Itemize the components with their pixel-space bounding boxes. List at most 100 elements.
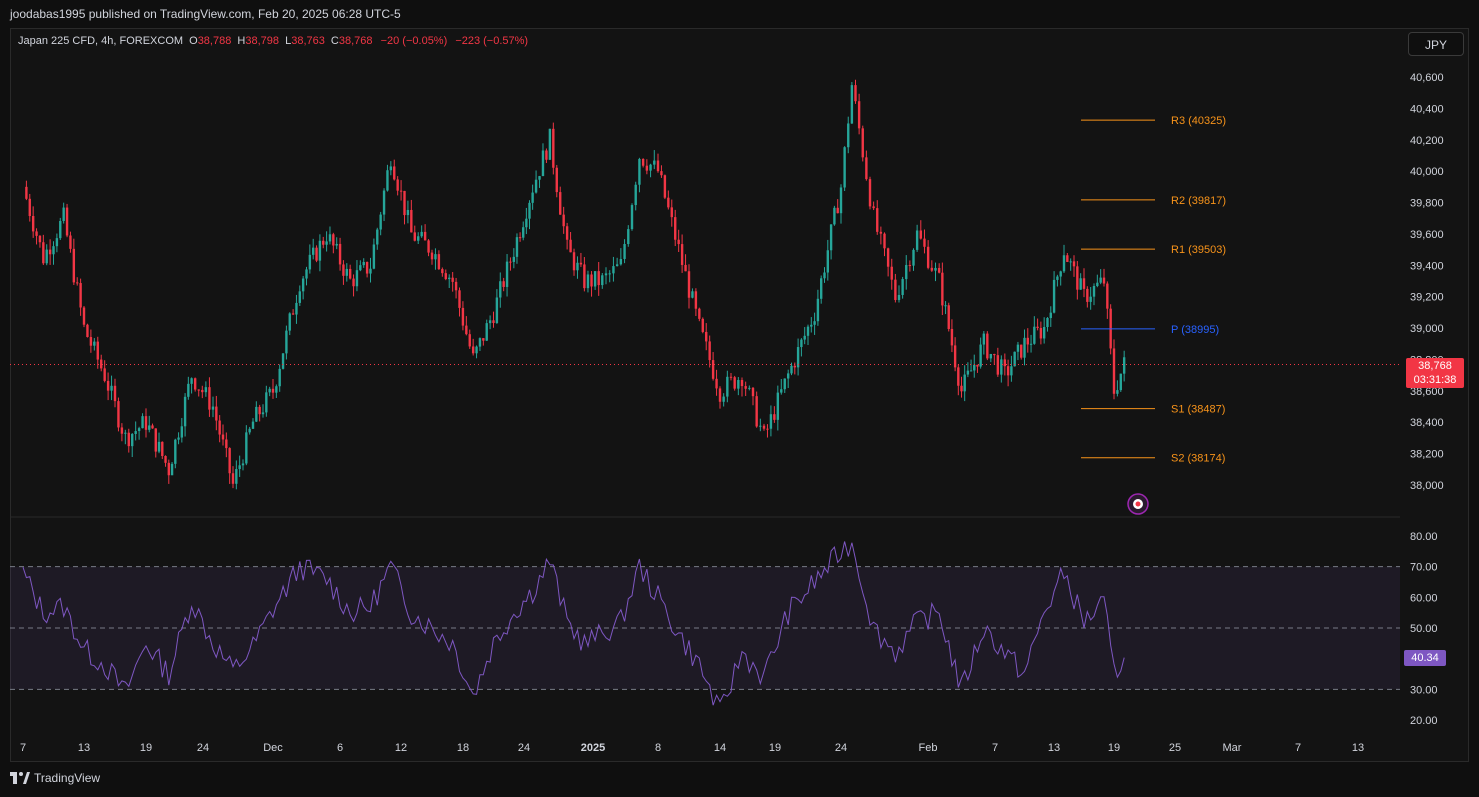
open-value: 38,788: [197, 35, 232, 47]
candle-body: [705, 331, 708, 342]
candle-body: [430, 252, 434, 260]
candle-body: [653, 160, 656, 165]
candle-body: [872, 206, 875, 209]
candle-body: [649, 164, 652, 171]
candle-body: [495, 297, 499, 324]
candle-body: [1079, 278, 1082, 290]
candle-body: [687, 271, 691, 298]
candle-body: [1052, 279, 1056, 313]
candle-body: [1096, 282, 1099, 286]
candle-body: [52, 246, 55, 255]
candle-body: [590, 274, 593, 287]
candle-body: [403, 190, 406, 216]
candle-body: [38, 235, 42, 243]
candle-body: [137, 428, 141, 432]
time-axis-label: 13: [1048, 742, 1060, 754]
candle-body: [1099, 277, 1102, 283]
time-axis-label: 18: [457, 742, 469, 754]
candle-body: [541, 150, 545, 177]
candle-body: [1010, 366, 1013, 376]
pivot-label: R3 (40325): [1171, 115, 1226, 127]
last-price-value: 38,768: [1418, 360, 1452, 372]
candle-body: [348, 268, 352, 279]
candle-body: [1112, 348, 1116, 394]
candle-body: [235, 469, 238, 484]
candle-body: [691, 291, 694, 298]
candle-body: [1082, 278, 1086, 289]
candle-body: [59, 220, 62, 239]
candle-body: [780, 389, 783, 393]
candle-body: [110, 385, 113, 391]
candle-body: [167, 462, 170, 476]
candle-body: [1036, 326, 1039, 328]
price-axis-label: 39,800: [1410, 198, 1444, 210]
candle-body: [1000, 359, 1003, 375]
candle-body: [1029, 343, 1033, 345]
candle-body: [944, 305, 947, 307]
candle-body: [338, 243, 342, 265]
candle-body: [545, 150, 548, 160]
footer-brand[interactable]: TradingView: [10, 771, 100, 785]
close-label: C: [330, 35, 339, 47]
candle-body: [680, 244, 684, 265]
symbol-name[interactable]: Japan 225 CFD, 4h, FOREXCOM: [18, 35, 183, 47]
candle-body: [982, 333, 986, 345]
candle-body: [839, 187, 843, 214]
candle-body: [915, 230, 919, 250]
candle-body: [1006, 366, 1010, 376]
time-axis-label: 25: [1169, 742, 1181, 754]
candle-body: [372, 244, 376, 269]
candle-body: [766, 428, 769, 430]
candle-body: [1086, 288, 1089, 302]
alert-marker-icon: [1127, 493, 1149, 515]
time-axis-label: 13: [1352, 742, 1364, 754]
candle-body: [793, 365, 796, 368]
candle-body: [960, 385, 963, 392]
candle-body: [475, 346, 478, 354]
candle-body: [93, 341, 96, 346]
price-axis-label: 40,600: [1410, 72, 1444, 84]
time-axis-label: 6: [337, 742, 343, 754]
candle-body: [389, 166, 393, 171]
candle-body: [569, 239, 572, 253]
candle-body: [941, 272, 944, 306]
candle-body: [969, 370, 973, 372]
candle-body: [127, 432, 130, 447]
candle-body: [518, 237, 522, 239]
candle-body: [154, 428, 157, 452]
candle-body: [740, 380, 744, 387]
price-axis-label: 40,000: [1410, 166, 1444, 178]
bar-countdown: 03:31:38: [1413, 374, 1457, 386]
candle-body: [711, 360, 715, 379]
candle-body: [332, 234, 335, 246]
currency-button[interactable]: JPY: [1408, 32, 1464, 56]
rsi-axis-label: 30.00: [1410, 684, 1438, 696]
candle-body: [820, 278, 823, 299]
candle-body: [148, 425, 151, 430]
candle-body: [1089, 296, 1092, 302]
candle-body: [275, 386, 278, 393]
candle-body: [488, 320, 492, 324]
candle-body: [1039, 327, 1043, 339]
candle-body: [934, 267, 937, 271]
candle-body: [461, 307, 465, 326]
candle-body: [604, 273, 608, 276]
candle-body: [1072, 261, 1076, 267]
candle-body: [355, 270, 359, 287]
candle-body: [215, 406, 218, 421]
candle-body: [268, 388, 271, 393]
candle-body: [656, 160, 660, 172]
time-axis-label: 7: [992, 742, 998, 754]
candle-body: [164, 455, 167, 463]
price-axis-label: 39,200: [1410, 292, 1444, 304]
candle-body: [295, 302, 298, 315]
candle-body: [298, 291, 301, 303]
candle-body: [352, 278, 355, 287]
chart-canvas[interactable]: 38,00038,20038,40038,60038,80039,00039,2…: [0, 0, 1479, 797]
candle-body: [79, 283, 82, 308]
price-axis-label: 40,400: [1410, 103, 1444, 115]
candle-body: [718, 388, 722, 402]
candle-body: [342, 264, 345, 276]
candle-body: [826, 250, 829, 273]
candle-body: [278, 368, 281, 387]
